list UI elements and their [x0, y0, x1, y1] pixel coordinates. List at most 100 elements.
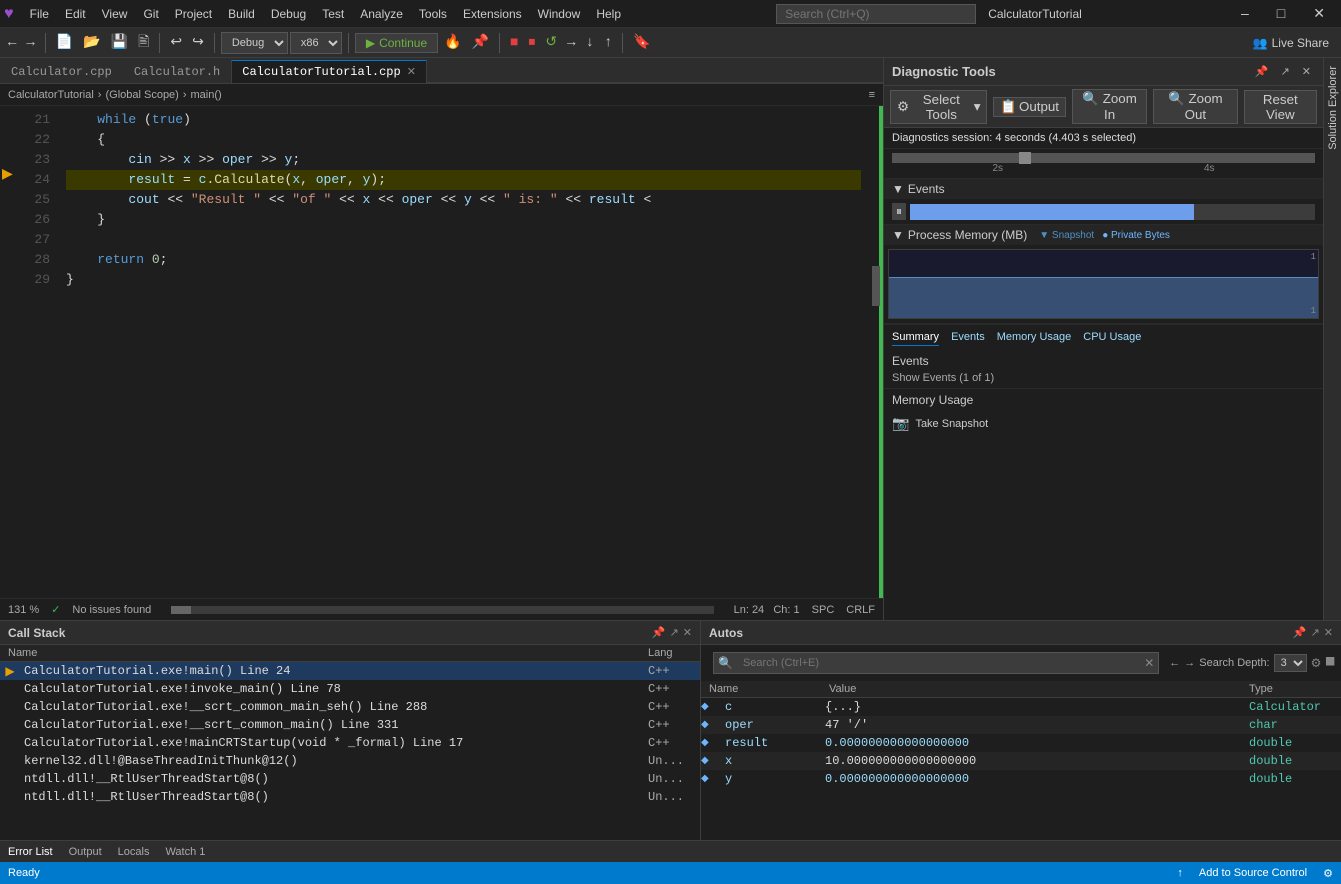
toolbar-fire[interactable]: 🔥 [440, 32, 465, 53]
toolbar-back[interactable]: ← [4, 33, 20, 53]
platform-select[interactable]: x86 [290, 32, 342, 54]
timeline[interactable]: 2s 4s [884, 149, 1323, 179]
call-stack-float[interactable]: ↗ [670, 626, 679, 640]
autos-float[interactable]: ↗ [1311, 626, 1320, 640]
toolbar-bookmark[interactable]: 🔖 [629, 32, 654, 53]
toolbar-stop[interactable]: ⏹ [524, 33, 539, 53]
scroll-thumb[interactable] [872, 266, 880, 306]
stack-row-6[interactable]: ntdll.dll!__RtlUserThreadStart@8() Un... [0, 770, 700, 788]
zoom-in-button[interactable]: 🔍 Zoom In [1072, 89, 1147, 124]
menu-build[interactable]: Build [220, 5, 263, 23]
toolbar-step-into[interactable]: ↓ [582, 33, 598, 53]
nav-fwd-icon[interactable]: → [1184, 657, 1195, 669]
autos-row-3[interactable]: ◆ x 10.000000000000000000 double [701, 752, 1341, 770]
stack-row-2[interactable]: CalculatorTutorial.exe!__scrt_common_mai… [0, 698, 700, 716]
stack-row-0[interactable]: ▶ CalculatorTutorial.exe!main() Line 24 … [0, 662, 700, 680]
menu-help[interactable]: Help [588, 5, 629, 23]
tab-calculator-h[interactable]: Calculator.h [123, 60, 231, 83]
toolbar-open[interactable]: 📂 [79, 32, 104, 53]
code-container[interactable]: ▶ 212223242526272829 while (true) { cin … [0, 106, 883, 598]
autos-pin[interactable]: 📌 [1293, 626, 1307, 640]
diag-float-btn[interactable]: ↗ [1277, 64, 1294, 79]
output-button[interactable]: 📋 Output [993, 97, 1066, 117]
menu-edit[interactable]: Edit [57, 5, 94, 23]
diag-pin-btn[interactable]: 📌 [1251, 64, 1273, 79]
toolbar-undo[interactable]: ↩ [166, 32, 186, 53]
editor-scrollbar[interactable] [869, 106, 883, 598]
solution-explorer-label[interactable]: Solution Explorer [1327, 66, 1339, 150]
events-collapse-icon[interactable]: ▼ [892, 182, 904, 196]
autos-settings-icon[interactable]: ⚙ [1311, 656, 1322, 671]
toolbar-restart[interactable]: ↺ [541, 32, 561, 53]
nav-back-icon[interactable]: ← [1169, 657, 1180, 669]
toolbar-redo[interactable]: ↪ [188, 32, 208, 53]
autos-row-1[interactable]: ◆ oper 47 '/' char [701, 716, 1341, 734]
autos-grid-icon[interactable]: ⯀ [1325, 656, 1335, 670]
menu-file[interactable]: File [22, 5, 57, 23]
scroll-thumb-h[interactable] [171, 606, 191, 614]
breadcrumb-project[interactable]: CalculatorTutorial [8, 89, 94, 101]
toolbar-forward[interactable]: → [22, 33, 38, 53]
timeline-cursor[interactable] [1019, 152, 1031, 164]
call-stack-close[interactable]: ✕ [683, 626, 692, 640]
stack-row-3[interactable]: CalculatorTutorial.exe!__scrt_common_mai… [0, 716, 700, 734]
tab-calculator-cpp[interactable]: Calculator.cpp [0, 60, 123, 83]
maximize-button[interactable]: □ [1265, 1, 1297, 26]
code-editor[interactable]: while (true) { cin >> x >> oper >> y; re… [58, 106, 869, 598]
toolbar-new[interactable]: 📄 [52, 32, 77, 53]
tab-summary[interactable]: Summary [892, 329, 939, 346]
menu-debug[interactable]: Debug [263, 5, 314, 23]
zoom-out-button[interactable]: 🔍 Zoom Out [1153, 89, 1237, 124]
autos-row-4[interactable]: ◆ y 0.000000000000000000 double [701, 770, 1341, 788]
show-events-link[interactable]: Show Events (1 of 1) [892, 372, 1315, 384]
btab-watch1[interactable]: Watch 1 [165, 844, 205, 860]
menu-tools[interactable]: Tools [411, 5, 455, 23]
menu-project[interactable]: Project [167, 5, 220, 23]
stack-row-5[interactable]: kernel32.dll!@BaseThreadInitThunk@12() U… [0, 752, 700, 770]
menu-analyze[interactable]: Analyze [352, 5, 411, 23]
autos-search-container[interactable]: 🔍 ✕ [713, 652, 1159, 674]
diag-close-btn[interactable]: ✕ [1298, 64, 1315, 79]
global-search-input[interactable] [776, 4, 976, 24]
continue-button[interactable]: ▶ Continue [355, 33, 438, 53]
live-share-btn[interactable]: 👥 Live Share [1245, 34, 1337, 52]
select-tools-button[interactable]: ⚙ Select Tools ▾ [890, 90, 987, 124]
btab-error-list[interactable]: Error List [8, 844, 53, 860]
add-source-label[interactable]: Add to Source Control [1199, 867, 1307, 879]
search-clear-icon[interactable]: ✕ [1140, 656, 1158, 671]
memory-collapse-icon[interactable]: ▼ [892, 228, 904, 242]
call-stack-pin[interactable]: 📌 [652, 626, 666, 640]
close-button[interactable]: ✕ [1301, 1, 1337, 26]
autos-close[interactable]: ✕ [1324, 626, 1333, 640]
tab-cpu-usage[interactable]: CPU Usage [1083, 329, 1141, 346]
breadcrumb-symbol[interactable]: main() [191, 89, 222, 101]
stack-row-4[interactable]: CalculatorTutorial.exe!mainCRTStartup(vo… [0, 734, 700, 752]
menu-extensions[interactable]: Extensions [455, 5, 530, 23]
timeline-bar[interactable] [892, 153, 1315, 163]
btab-locals[interactable]: Locals [118, 844, 150, 860]
toolbar-step-out[interactable]: ↑ [600, 33, 616, 53]
breadcrumb-scope[interactable]: (Global Scope) [105, 89, 178, 101]
stack-row-7[interactable]: ntdll.dll!__RtlUserThreadStart@8() Un... [0, 788, 700, 806]
menu-test[interactable]: Test [314, 5, 352, 23]
tab-calculatortutorial-cpp[interactable]: CalculatorTutorial.cpp ✕ [231, 60, 427, 83]
stack-row-1[interactable]: CalculatorTutorial.exe!invoke_main() Lin… [0, 680, 700, 698]
autos-row-0[interactable]: ◆ c {...} Calculator [701, 698, 1341, 716]
tab-memory-usage[interactable]: Memory Usage [997, 329, 1072, 346]
snapshot-filter[interactable]: ▼ Snapshot [1039, 230, 1094, 241]
toolbar-save[interactable]: 💾 [107, 32, 132, 53]
toolbar-step-over[interactable]: → [563, 33, 579, 53]
breadcrumb-actions[interactable]: ≡ [869, 89, 875, 101]
status-settings-icon[interactable]: ⚙ [1323, 867, 1333, 880]
add-source-icon[interactable]: ↑ [1177, 867, 1183, 879]
btab-output[interactable]: Output [69, 844, 102, 860]
menu-view[interactable]: View [94, 5, 136, 23]
toolbar-pin[interactable]: 📌 [468, 32, 493, 53]
autos-search-input[interactable] [737, 657, 1140, 669]
reset-view-button[interactable]: Reset View [1244, 90, 1317, 124]
take-snapshot-button[interactable]: Take Snapshot [915, 418, 988, 430]
autos-row-2[interactable]: ◆ result 0.000000000000000000 double [701, 734, 1341, 752]
menu-window[interactable]: Window [530, 5, 589, 23]
events-pause-button[interactable]: ⏸ [892, 203, 906, 220]
scroll-bar[interactable] [171, 606, 713, 614]
